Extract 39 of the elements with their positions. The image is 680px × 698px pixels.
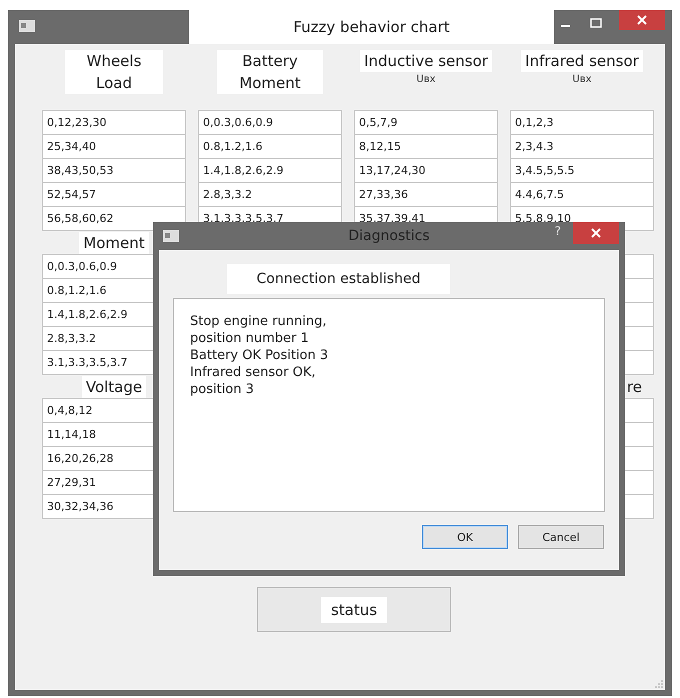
ok-button[interactable]: OK	[422, 525, 508, 549]
table-cell: 38,43,50,53	[43, 158, 185, 182]
table-cell-text: 0,12,23,30	[46, 115, 108, 131]
window-title: Fuzzy behavior chart	[189, 10, 554, 44]
column-header: re	[626, 377, 643, 398]
table-cell: 2,3,4.3	[511, 134, 653, 158]
close-icon[interactable]	[619, 10, 665, 30]
connection-label: Connection established	[227, 264, 450, 294]
table-cell: 25,34,40	[43, 134, 185, 158]
table-cell: 0.8,1.2,1.6	[199, 134, 341, 158]
column-subheader: Uвх	[572, 74, 592, 85]
window-icon	[19, 20, 35, 32]
cancel-button[interactable]: Cancel	[518, 525, 604, 549]
status-button[interactable]: status	[257, 587, 451, 632]
table-cell: 52,54,57	[43, 182, 185, 206]
column-header: Battery Moment	[217, 50, 323, 94]
column-header: Wheels Load	[64, 50, 164, 94]
table-cell-text: 0,0.3,0.6,0.9	[202, 115, 274, 131]
table-cell-text: 0,0.3,0.6,0.9	[46, 259, 118, 275]
message-text: Stop engine running, position number 1 Battery OK Position 3 Infrared sensor OK, position 3	[173, 298, 605, 512]
close-icon[interactable]	[573, 222, 619, 244]
table-cell: 8,12,15	[355, 134, 497, 158]
table-cell: 1.4,1.8,2.6,2.9	[199, 158, 341, 182]
table-cell-text: 0,1,2,3	[514, 115, 554, 131]
column-header: Moment	[79, 232, 149, 254]
window-icon	[163, 230, 179, 242]
dialog-title: Diagnostics	[348, 228, 430, 244]
table-cell: 27,33,36	[355, 182, 497, 206]
table-cell: 13,17,24,30	[355, 158, 497, 182]
table-cell: 3,4.5,5,5.5	[511, 158, 653, 182]
column-subheader: Uвх	[416, 74, 436, 85]
table-cell-text: 0,4,8,12	[46, 403, 94, 419]
column-header: Voltage	[82, 376, 146, 398]
column-header: Infrared sensor	[521, 50, 643, 72]
table-cell-text: 0,5,7,9	[358, 115, 398, 131]
resize-grip-icon[interactable]	[655, 680, 663, 688]
column-header: Inductive sensor	[360, 50, 492, 72]
table-cell: 2.8,3,3.2	[199, 182, 341, 206]
table-cell: 4.4,6,7.5	[511, 182, 653, 206]
